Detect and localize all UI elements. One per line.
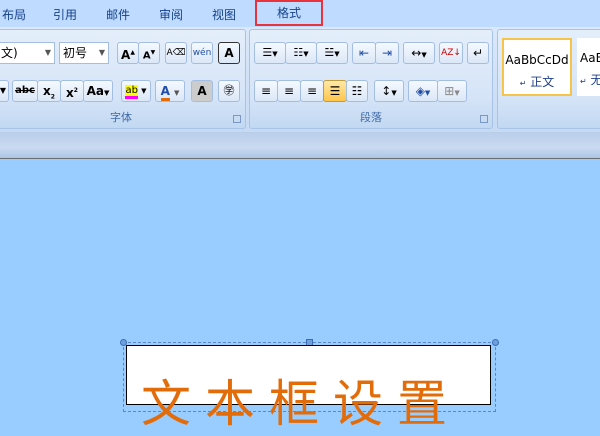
tab-references[interactable]: 引用 bbox=[53, 6, 77, 23]
change-case-label: Aa bbox=[86, 84, 104, 98]
grow-font-button[interactable]: A▲ bbox=[117, 42, 139, 64]
ribbon-tabs: 布局 引用 邮件 审阅 视图 格式 bbox=[0, 0, 600, 27]
borders-icon[interactable]: ⊞▼ bbox=[437, 80, 467, 102]
font-name-value: 文) bbox=[1, 46, 18, 60]
superscript-button[interactable]: x2 bbox=[60, 80, 84, 102]
clear-format-icon[interactable]: A⌫ bbox=[165, 42, 187, 64]
textbox[interactable]: 文本框设置 bbox=[126, 345, 491, 433]
increase-indent-icon[interactable]: ⇥ bbox=[375, 42, 399, 64]
style-normal[interactable]: AaBbCcDd ↵ 正文 bbox=[502, 38, 572, 96]
sort-icon[interactable]: AZ↓ bbox=[439, 42, 463, 64]
chevron-down-icon: ▼ bbox=[44, 48, 51, 57]
font-color-icon: A bbox=[160, 84, 170, 101]
font-size-combo[interactable]: 初号 ▼ bbox=[59, 42, 109, 64]
numbering-icon[interactable]: ☷▼ bbox=[285, 42, 317, 64]
line-spacing-icon[interactable]: ↕▼ bbox=[374, 80, 404, 102]
distributed-icon[interactable]: ☷ bbox=[346, 80, 368, 102]
font-group-label: 字体 bbox=[110, 111, 132, 124]
decrease-indent-icon[interactable]: ⇤ bbox=[352, 42, 376, 64]
resize-handle[interactable] bbox=[492, 339, 499, 346]
paragraph-group: ☰▼ ☷▼ ☱▼ ⇤ ⇥ ↔▼ AZ↓ ↵ ≡ ≡ ≡ ☰ ☷ ↕▼ ◈▼ ⊞▼… bbox=[249, 29, 493, 129]
tab-format[interactable]: 格式 bbox=[255, 0, 323, 26]
character-border-icon[interactable]: A bbox=[218, 42, 240, 64]
font-size-value: 初号 bbox=[63, 46, 88, 60]
phonetic-guide-icon[interactable]: wén bbox=[191, 42, 213, 64]
justify-icon[interactable]: ☰ bbox=[323, 80, 347, 102]
styles-group: AaBbCcDd ↵ 正文 AaB ↵ 无 bbox=[497, 29, 600, 129]
font-color-button[interactable]: A ▼ bbox=[155, 80, 185, 102]
align-right-icon[interactable]: ≡ bbox=[300, 80, 324, 102]
character-shading-icon[interactable]: A bbox=[191, 80, 213, 102]
ruler-area bbox=[0, 132, 600, 159]
tab-layout[interactable]: 布局 bbox=[2, 6, 26, 23]
text-direction-icon[interactable]: ↔▼ bbox=[403, 42, 435, 64]
strikethrough-button[interactable]: abc bbox=[12, 80, 38, 102]
show-marks-icon[interactable]: ↵ bbox=[467, 42, 489, 64]
tab-mailings[interactable]: 邮件 bbox=[106, 6, 130, 23]
chevron-down-icon: ▼ bbox=[98, 48, 105, 57]
ribbon: 文) ▼ 初号 ▼ A▲ A▼ A⌫ wén A ▼ abc x2 x2 Aa▼ a… bbox=[0, 27, 600, 132]
change-case-button[interactable]: Aa▼ bbox=[83, 80, 113, 102]
font-name-combo[interactable]: 文) ▼ bbox=[0, 42, 55, 64]
dialog-launcher-icon[interactable] bbox=[480, 115, 488, 123]
highlighter-icon: ab bbox=[125, 85, 138, 99]
style-no-spacing[interactable]: AaB ↵ 无 bbox=[577, 38, 600, 96]
underline-dropdown[interactable]: ▼ bbox=[0, 80, 9, 102]
bullets-icon[interactable]: ☰▼ bbox=[254, 42, 286, 64]
tab-view[interactable]: 视图 bbox=[212, 6, 236, 23]
tab-review[interactable]: 审阅 bbox=[159, 6, 183, 23]
style-name: 正文 bbox=[530, 75, 555, 89]
shading-icon[interactable]: ◈▼ bbox=[408, 80, 438, 102]
highlight-button[interactable]: ab ▼ bbox=[121, 80, 151, 102]
subscript-button[interactable]: x2 bbox=[37, 80, 61, 102]
textbox-text[interactable]: 文本框设置 bbox=[141, 364, 461, 436]
paragraph-group-label: 段落 bbox=[360, 111, 382, 124]
align-center-icon[interactable]: ≡ bbox=[277, 80, 301, 102]
style-preview: AaBbCcDd bbox=[505, 53, 569, 67]
multilevel-list-icon[interactable]: ☱▼ bbox=[316, 42, 348, 64]
dialog-launcher-icon[interactable] bbox=[233, 115, 241, 123]
enclose-characters-icon[interactable]: ㊫ bbox=[218, 80, 240, 102]
align-left-icon[interactable]: ≡ bbox=[254, 80, 278, 102]
style-preview: AaB bbox=[580, 51, 600, 65]
shrink-font-button[interactable]: A▼ bbox=[138, 42, 160, 64]
font-group: 文) ▼ 初号 ▼ A▲ A▼ A⌫ wén A ▼ abc x2 x2 Aa▼ a… bbox=[0, 29, 246, 129]
style-name: 无 bbox=[590, 73, 600, 87]
